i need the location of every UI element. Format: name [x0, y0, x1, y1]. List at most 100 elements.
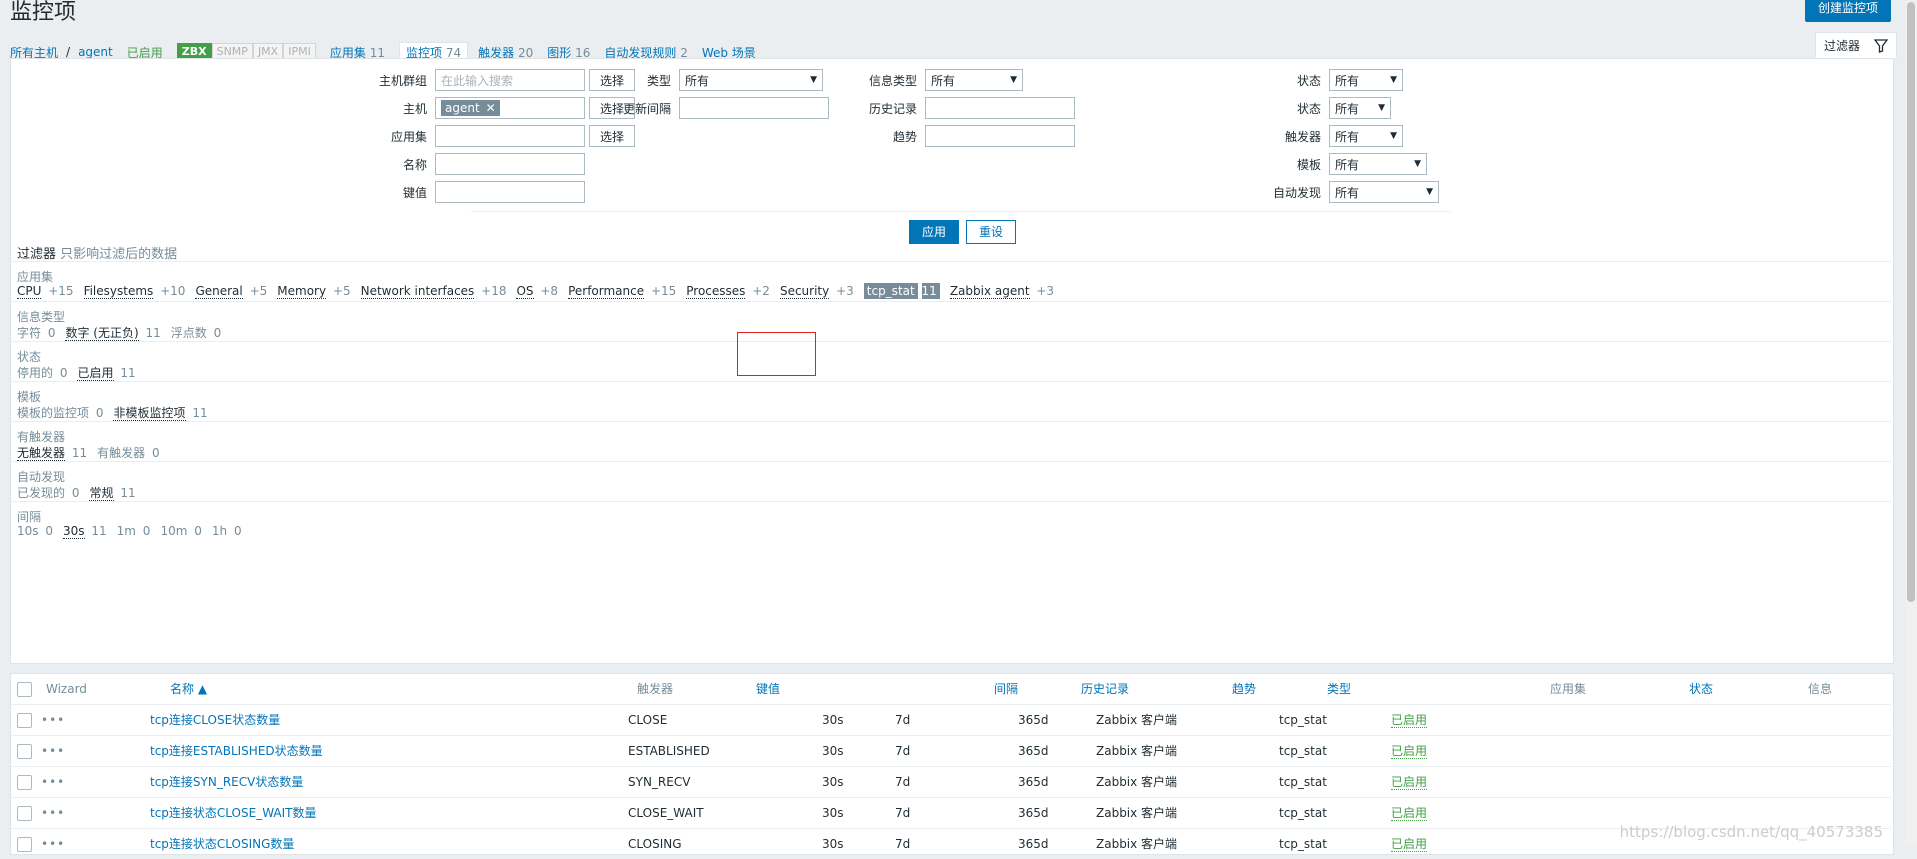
subfilter-value-count: +10	[160, 284, 186, 298]
host-input[interactable]: agent ✕	[435, 97, 585, 119]
row-checkbox[interactable]	[17, 713, 32, 728]
subfilter-value-count: 11	[120, 486, 136, 500]
item-trends: 365d	[1018, 775, 1049, 789]
item-trends: 365d	[1018, 744, 1049, 758]
type-label: 类型	[646, 73, 671, 88]
type-select[interactable]: 所有 ▼	[679, 69, 823, 91]
item-name-link[interactable]: tcp连接状态CLOSE_WAIT数量	[150, 798, 317, 828]
col-trends[interactable]: 趋势	[1232, 674, 1256, 704]
subfilter-value[interactable]: Zabbix agent +3	[949, 284, 1054, 299]
subfilter-values: CPU +15 Filesystems +10 General +5 Memory +…	[17, 283, 1054, 299]
subfilter-value[interactable]: CPU +15	[17, 284, 74, 299]
status-select[interactable]: 所有 ▼	[1329, 69, 1403, 91]
item-trends: 365d	[1018, 837, 1049, 851]
triggers-select[interactable]: 所有 ▼	[1329, 125, 1403, 147]
close-icon[interactable]: ✕	[486, 100, 496, 116]
select-all-checkbox[interactable]	[17, 682, 32, 697]
wizard-menu-icon[interactable]: •••	[41, 736, 65, 766]
subfilter-value-count: 11	[91, 524, 107, 538]
item-status[interactable]: 已启用	[1391, 713, 1428, 728]
subfilter-value[interactable]: 30s 11	[63, 524, 107, 539]
chevron-down-icon: ▼	[1426, 187, 1433, 197]
template-label: 模板	[1296, 157, 1321, 172]
item-name-link[interactable]: tcp连接CLOSE状态数量	[150, 705, 280, 735]
subfilter-value-name: OS	[516, 284, 534, 299]
history-label: 历史记录	[868, 101, 917, 116]
subfilter-value[interactable]: 非模板监控项 11	[113, 404, 208, 421]
subfilter-value: 1m 0	[117, 524, 151, 538]
item-name-link[interactable]: tcp连接SYN_RECV状态数量	[150, 767, 303, 797]
item-status-cell: 已启用	[1391, 829, 1428, 859]
application-select-button[interactable]: 选择	[589, 125, 636, 147]
key-input[interactable]	[435, 181, 585, 203]
subfilter-value[interactable]: Network interfaces +18	[360, 284, 506, 299]
row-checkbox[interactable]	[17, 744, 32, 759]
wizard-menu-icon[interactable]: •••	[41, 829, 65, 859]
chevron-down-icon: ▼	[1390, 75, 1397, 85]
subfilter-section-title: 有触发器	[17, 430, 66, 444]
col-history[interactable]: 历史记录	[1081, 674, 1129, 704]
col-triggers: 触发器	[637, 682, 674, 696]
subfilter-value[interactable]: 已启用 11	[77, 364, 136, 381]
host-group-input[interactable]: 在此输入搜索	[435, 69, 585, 91]
wizard-menu-icon[interactable]: •••	[41, 767, 65, 797]
history-input[interactable]	[925, 97, 1075, 119]
item-status[interactable]: 已启用	[1391, 775, 1428, 790]
info-type-label: 信息类型	[868, 73, 917, 88]
host-tag: agent ✕	[441, 100, 500, 116]
page-scrollbar[interactable]	[1905, 0, 1917, 845]
subfilter-section-title: 应用集	[17, 270, 54, 284]
subfilter-value[interactable]: General +5	[195, 284, 267, 299]
subfilter-value-name: 模板的监控项	[17, 406, 90, 420]
col-type[interactable]: 类型	[1327, 674, 1351, 704]
subfilter-section-title: 状态	[17, 350, 42, 364]
info-type-select[interactable]: 所有 ▼	[925, 69, 1023, 91]
subfilter-value[interactable]: OS +8	[516, 284, 558, 299]
subfilter-value-name: 已启用	[77, 366, 114, 381]
scrollbar-thumb[interactable]	[1907, 2, 1915, 602]
state-select[interactable]: 所有 ▼	[1329, 97, 1391, 119]
subfilter-value[interactable]: Memory +5	[277, 284, 351, 299]
item-status[interactable]: 已启用	[1391, 744, 1428, 759]
col-key[interactable]: 键值	[756, 674, 780, 704]
item-name-link[interactable]: tcp连接ESTABLISHED状态数量	[150, 736, 323, 766]
chevron-down-icon: ▼	[1010, 75, 1017, 85]
col-interval[interactable]: 间隔	[994, 674, 1018, 704]
filter-toggle-tab[interactable]: 过滤器	[1815, 32, 1897, 58]
col-status[interactable]: 状态	[1689, 674, 1713, 704]
item-type: Zabbix 客户端	[1096, 744, 1178, 758]
create-item-button[interactable]: 创建监控项	[1804, 0, 1891, 22]
wizard-menu-icon[interactable]: •••	[41, 705, 65, 735]
item-history: 7d	[895, 837, 911, 851]
reset-button[interactable]: 重设	[966, 220, 1017, 244]
subfilter-value[interactable]: 数字 (无正负) 11	[65, 324, 161, 341]
row-checkbox[interactable]	[17, 806, 32, 821]
breadcrumb-separator: /	[66, 45, 71, 59]
breadcrumb-host[interactable]: agent	[78, 45, 113, 59]
item-status[interactable]: 已启用	[1391, 806, 1428, 821]
key-label: 键值	[402, 185, 427, 200]
wizard-menu-icon[interactable]: •••	[41, 798, 65, 828]
subfilter-value-count: 0	[233, 524, 242, 538]
subfilter-section-title: 信息类型	[17, 310, 66, 324]
subfilter-value[interactable]: Filesystems +10	[83, 284, 186, 299]
subfilter-value[interactable]: 常规 11	[89, 484, 136, 501]
subfilter-value[interactable]: 无触发器 11	[17, 444, 87, 461]
apply-button[interactable]: 应用	[909, 220, 960, 244]
subfilter-value-name: 无触发器	[17, 446, 66, 461]
row-checkbox[interactable]	[17, 775, 32, 790]
col-name[interactable]: 名称 ▲	[170, 674, 207, 704]
update-interval-input[interactable]	[679, 97, 829, 119]
application-input[interactable]	[435, 125, 585, 147]
template-select[interactable]: 所有 ▼	[1329, 153, 1427, 175]
trends-input[interactable]	[925, 125, 1075, 147]
item-name-link[interactable]: tcp连接状态CLOSING数量	[150, 829, 294, 859]
subfilter-value[interactable]: Processes +2	[686, 284, 770, 299]
item-status-cell: 已启用	[1391, 798, 1428, 828]
name-input[interactable]	[435, 153, 585, 175]
subfilter-value[interactable]: Security +3	[779, 284, 854, 299]
discovery-select[interactable]: 所有 ▼	[1329, 181, 1439, 203]
subfilter-value-name: 1m	[116, 524, 136, 538]
subfilter-value[interactable]: Performance +15	[568, 284, 676, 299]
subfilter-value[interactable]: tcp_stat 11	[863, 283, 940, 299]
